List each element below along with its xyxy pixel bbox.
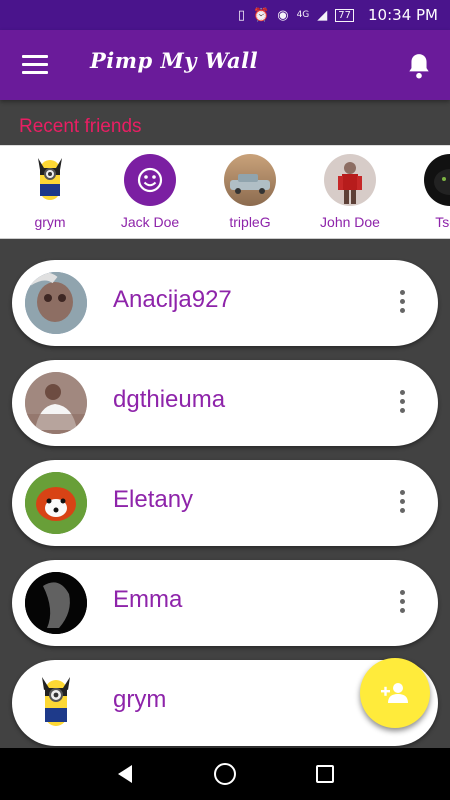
friend-name: dgthieuma: [113, 386, 226, 413]
vibrate-icon: ▯: [237, 7, 246, 23]
recent-friend-name: grym: [34, 214, 66, 230]
battery-icon: 77: [335, 8, 355, 22]
signal-icon: ◢: [317, 7, 328, 23]
minion-wolverine-avatar: [24, 154, 76, 206]
friend-card[interactable]: dgthieuma: [12, 360, 438, 446]
hamburger-menu-icon[interactable]: [22, 55, 48, 75]
minion-wolverine-avatar: [25, 672, 87, 734]
more-options-icon[interactable]: [398, 290, 406, 316]
friend-name: Anacija927: [113, 286, 232, 313]
app-bar: Pimp My Wall: [0, 30, 450, 100]
more-options-icon[interactable]: [398, 590, 406, 616]
recent-friend-john-doe[interactable]: John Doe: [300, 154, 400, 230]
network-label: 4G: [296, 10, 310, 20]
robot-figure-avatar: [324, 154, 376, 206]
red-panda-avatar: [25, 472, 87, 534]
dark-figure-avatar: [25, 572, 87, 634]
status-bar: ▯ ⏰ ◉ 4G ◢ 77 10:34 PM: [0, 0, 450, 30]
add-friend-icon: [381, 683, 408, 703]
friend-name: Emma: [113, 586, 183, 613]
friend-card[interactable]: Anacija927: [12, 260, 438, 346]
friend-card[interactable]: Eletany: [12, 460, 438, 546]
recent-friend-name: John Doe: [320, 214, 380, 230]
alien-avatar: [25, 272, 87, 334]
more-options-icon[interactable]: [398, 490, 406, 516]
recent-friend-name: Jack Doe: [120, 214, 180, 230]
system-nav-bar: [0, 748, 450, 800]
black-panther-avatar: [424, 154, 450, 206]
status-time: 10:34 PM: [368, 6, 438, 24]
more-options-icon[interactable]: [398, 390, 406, 416]
alarm-icon: ⏰: [253, 7, 270, 23]
bell-icon[interactable]: [406, 52, 432, 80]
back-icon[interactable]: [116, 764, 134, 784]
recent-friends-label: Recent friends: [19, 116, 142, 137]
man-on-couch-avatar: [25, 372, 87, 434]
recent-friends-strip[interactable]: grym Jack Doe tripleG John Doe Ts: [0, 145, 450, 239]
recent-friend-jack-doe[interactable]: Jack Doe: [100, 154, 200, 230]
eye-icon: ◉: [277, 7, 289, 23]
recent-friend-grym[interactable]: grym: [0, 154, 100, 230]
add-friend-button[interactable]: [360, 658, 430, 728]
home-icon[interactable]: [214, 763, 236, 785]
friend-card[interactable]: Emma: [12, 560, 438, 646]
recent-friend-name: tripleG: [229, 214, 271, 230]
recents-icon[interactable]: [316, 765, 334, 783]
recent-friend-name: Tsou: [435, 214, 450, 230]
car-photo-avatar: [224, 154, 276, 206]
friend-name: grym: [113, 686, 167, 713]
app-title: Pimp My Wall: [90, 48, 259, 73]
recent-friend-tripleg[interactable]: tripleG: [200, 154, 300, 230]
recent-friend-tsou[interactable]: Tsou: [400, 154, 450, 230]
friend-name: Eletany: [113, 486, 194, 513]
smiley-default-avatar: [124, 154, 176, 206]
battery-level: 77: [338, 9, 352, 21]
